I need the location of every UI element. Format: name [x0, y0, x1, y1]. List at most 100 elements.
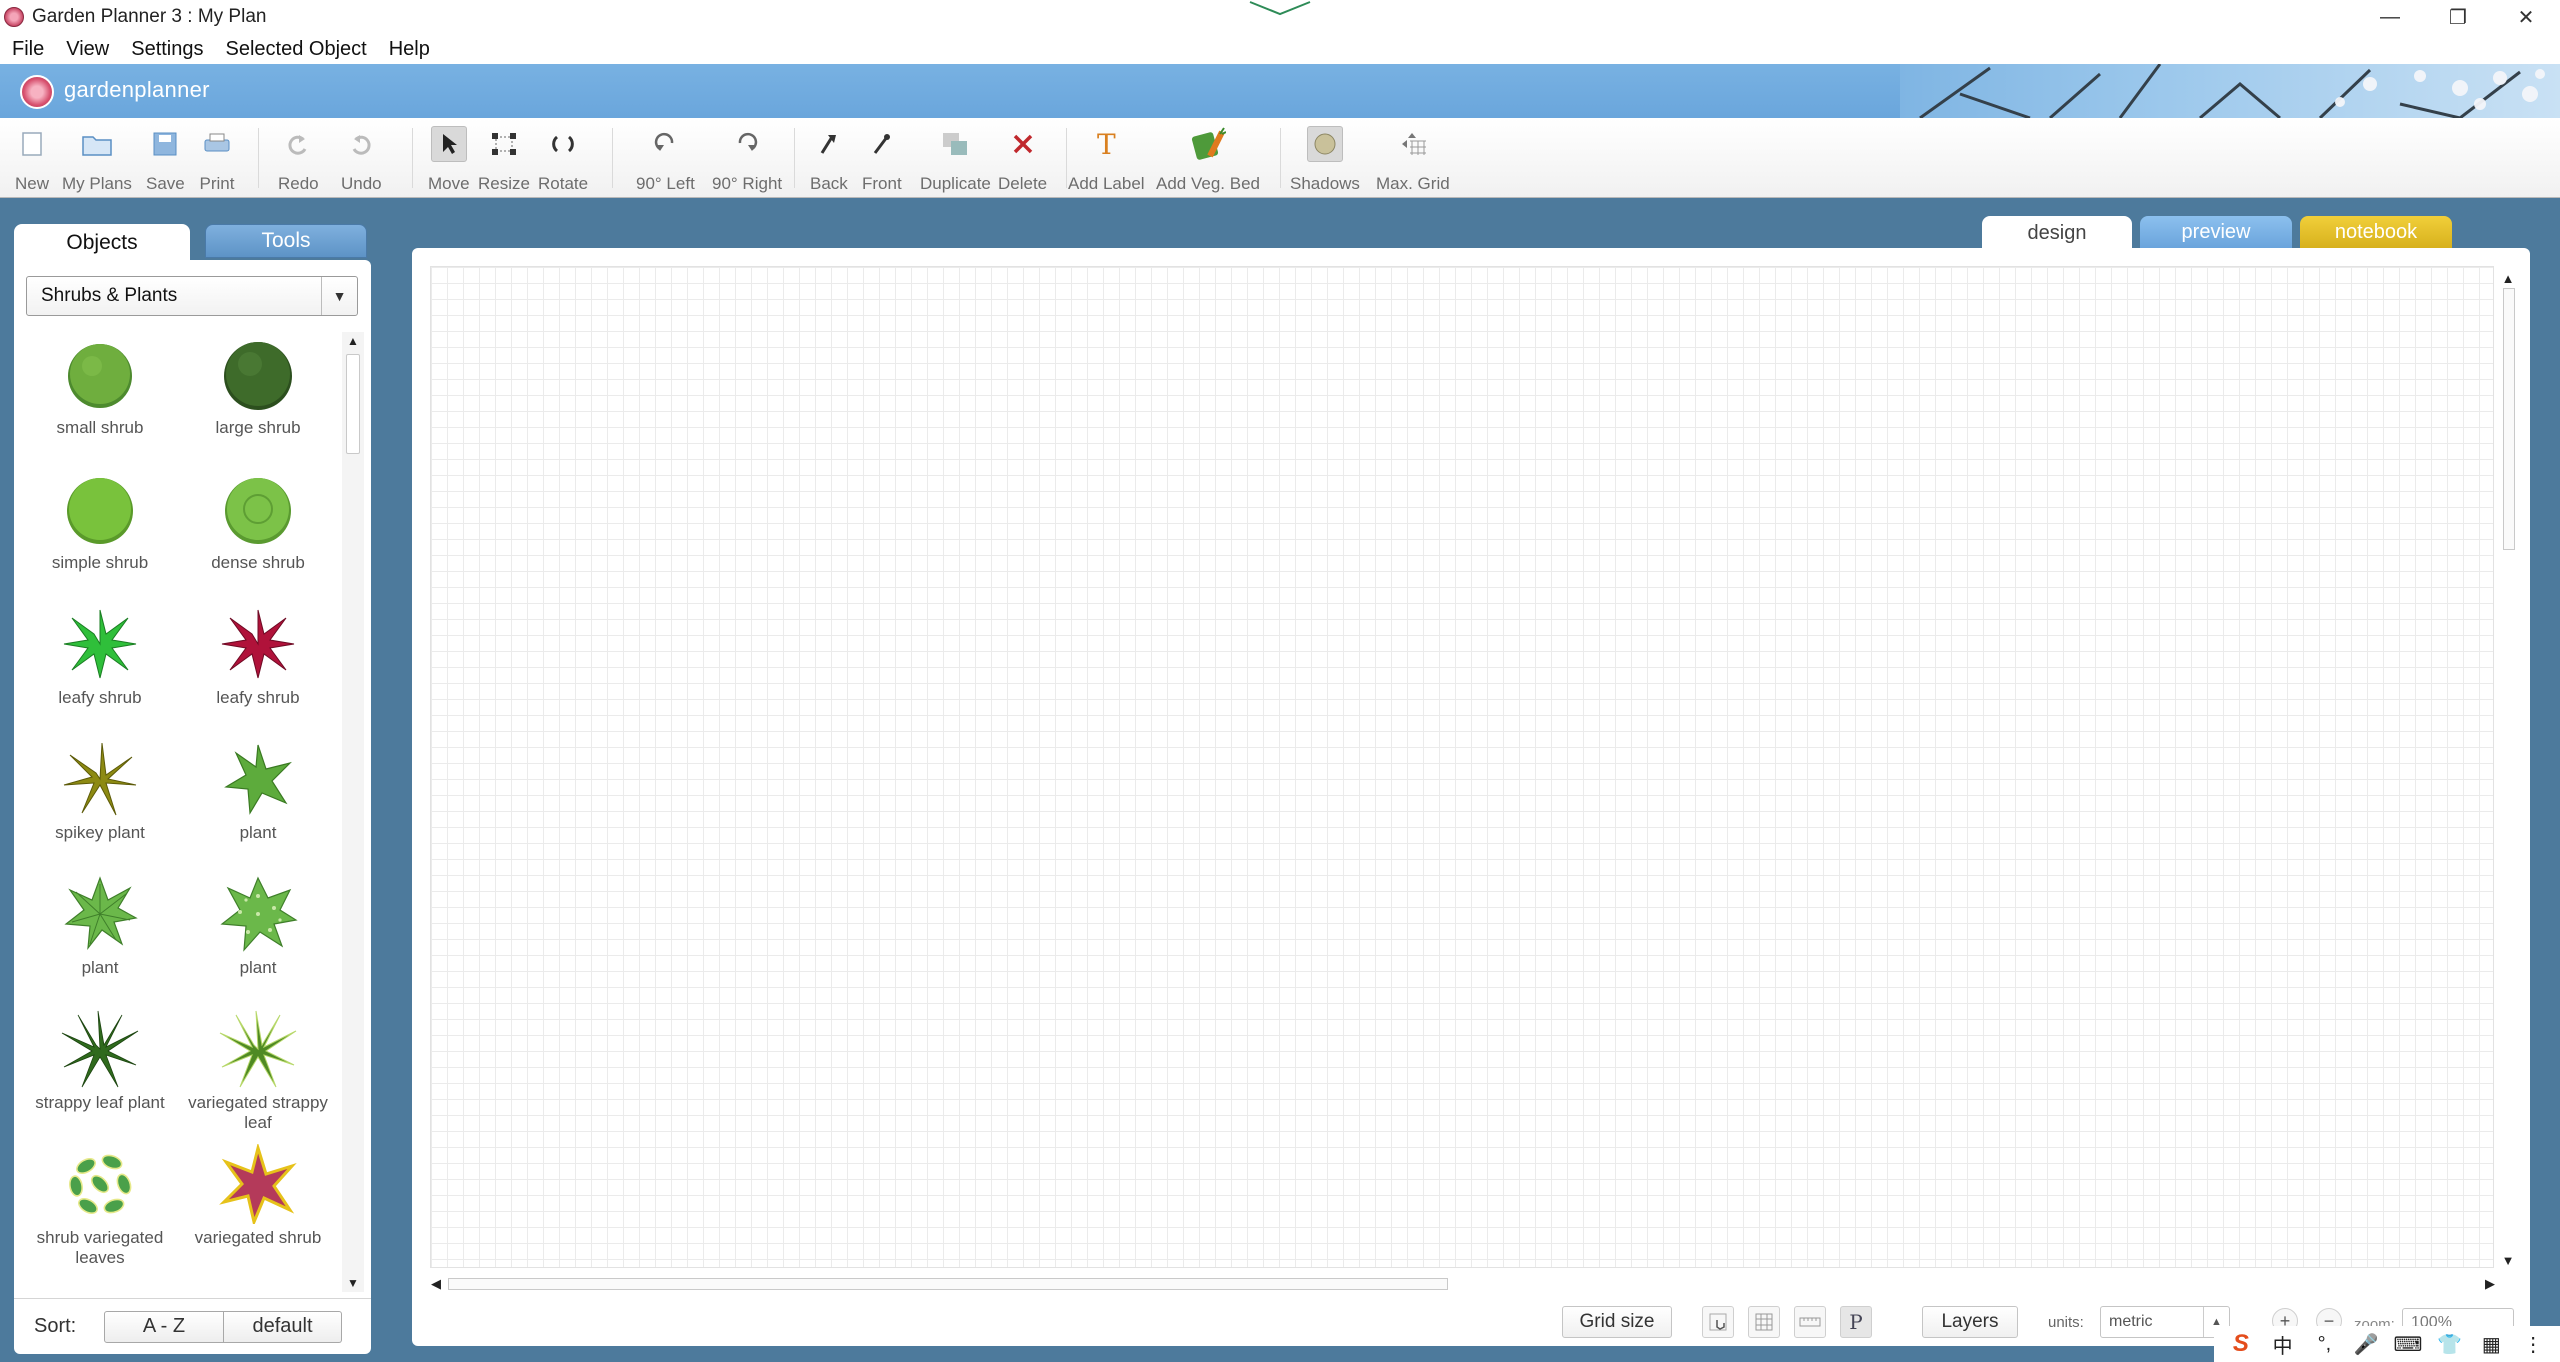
- units-label: units:: [2048, 1314, 2084, 1331]
- layers-button[interactable]: Layers: [1922, 1306, 2018, 1338]
- keyboard-icon[interactable]: ⌨: [2393, 1332, 2423, 1357]
- menu-selected-object[interactable]: Selected Object: [226, 38, 367, 61]
- object-plant-star[interactable]: plant: [178, 737, 338, 843]
- menu-help[interactable]: Help: [389, 38, 430, 61]
- canvas-vertical-scrollbar[interactable]: ▲ ▼: [2498, 270, 2518, 1268]
- redo-icon: [280, 126, 316, 162]
- restore-button[interactable]: ❐: [2424, 0, 2492, 34]
- tab-preview[interactable]: preview: [2140, 216, 2292, 248]
- object-spikey-plant[interactable]: spikey plant: [20, 737, 180, 843]
- ime-language-toggle[interactable]: 中: [2268, 1330, 2298, 1359]
- object-leafy-shrub-green[interactable]: leafy shrub: [20, 602, 180, 708]
- object-leafy-shrub-red[interactable]: leafy shrub: [178, 602, 338, 708]
- scroll-down-arrow-icon[interactable]: ▼: [342, 1274, 364, 1292]
- plant-lobed-icon: [58, 872, 142, 956]
- object-plant-spotted[interactable]: plant: [178, 872, 338, 978]
- object-dense-shrub[interactable]: dense shrub: [178, 467, 338, 573]
- print-button[interactable]: Print: [199, 124, 235, 194]
- tab-objects[interactable]: Objects: [14, 224, 190, 262]
- plant-labels-p-icon[interactable]: P: [1840, 1306, 1872, 1338]
- tab-tools[interactable]: Tools: [205, 224, 367, 258]
- units-value: metric: [2109, 1313, 2153, 1330]
- tab-notebook[interactable]: notebook: [2300, 216, 2452, 248]
- punctuation-icon[interactable]: °,: [2309, 1333, 2339, 1356]
- object-large-shrub[interactable]: large shrub: [178, 332, 338, 438]
- scroll-up-arrow-icon[interactable]: ▲: [342, 332, 364, 350]
- menu-file[interactable]: File: [12, 38, 44, 61]
- move-button[interactable]: Move: [428, 124, 470, 194]
- shadow-circle-icon: [1306, 126, 1343, 162]
- add-veg-bed-button[interactable]: Add Veg. Bed: [1156, 124, 1260, 194]
- objects-panel-body: Shrubs & Plants ▼ small shrub large shru…: [14, 260, 371, 1354]
- shrub-variegated-leaves-icon: [58, 1142, 142, 1226]
- bring-front-icon: [864, 126, 900, 162]
- snap-hand-icon[interactable]: [1702, 1306, 1734, 1338]
- object-variegated-strappy-leaf[interactable]: variegated strappy leaf: [178, 1007, 338, 1133]
- sogou-s-icon[interactable]: S: [2226, 1330, 2256, 1358]
- skin-shirt-icon[interactable]: 👕: [2435, 1332, 2465, 1357]
- delete-x-icon: [1005, 126, 1041, 162]
- rotate-button[interactable]: Rotate: [538, 124, 588, 194]
- text-t-icon: T: [1096, 127, 1116, 161]
- category-value: Shrubs & Plants: [41, 285, 178, 306]
- undo-button[interactable]: Undo: [341, 124, 382, 194]
- object-variegated-shrub[interactable]: variegated shrub: [178, 1142, 338, 1248]
- sort-az-button[interactable]: A - Z: [104, 1310, 224, 1343]
- microphone-icon[interactable]: 🎤: [2351, 1332, 2381, 1357]
- object-palette: small shrub large shrub simple shrub den…: [20, 332, 338, 1292]
- scroll-right-arrow-icon[interactable]: ▶: [2482, 1274, 2498, 1294]
- duplicate-button[interactable]: Duplicate: [920, 124, 991, 194]
- close-button[interactable]: ✕: [2492, 0, 2560, 34]
- plan-grid-canvas[interactable]: [430, 266, 2494, 1268]
- brand-name: gardenplanner: [64, 77, 210, 102]
- rotate-left-button[interactable]: 90° Left: [636, 124, 695, 194]
- more-icon[interactable]: ⋮: [2518, 1332, 2548, 1357]
- canvas-horizontal-scrollbar[interactable]: ◀ ▶: [431, 1274, 2498, 1294]
- object-simple-shrub[interactable]: simple shrub: [20, 467, 180, 573]
- tab-design[interactable]: design: [1982, 216, 2132, 250]
- pointer-arrow-icon: [430, 126, 467, 162]
- simple-shrub-icon: [58, 467, 142, 551]
- scroll-up-arrow-icon[interactable]: ▲: [2498, 270, 2518, 286]
- sort-default-button[interactable]: default: [224, 1310, 342, 1343]
- object-small-shrub[interactable]: small shrub: [20, 332, 180, 438]
- strappy-leaf-plant-icon: [58, 1007, 142, 1091]
- ruler-icon[interactable]: [1794, 1306, 1826, 1338]
- menu-view[interactable]: View: [66, 38, 109, 61]
- scroll-thumb[interactable]: [346, 354, 360, 454]
- menu-settings[interactable]: Settings: [131, 38, 203, 61]
- send-back-button[interactable]: Back: [810, 124, 848, 194]
- small-shrub-icon: [58, 332, 142, 416]
- save-button[interactable]: Save: [146, 124, 185, 194]
- shadows-toggle[interactable]: Shadows: [1290, 124, 1360, 194]
- dense-shrub-icon: [216, 467, 300, 551]
- resize-button[interactable]: Resize: [478, 124, 530, 194]
- rotate-right-button[interactable]: 90° Right: [712, 124, 782, 194]
- minimize-button[interactable]: —: [2356, 0, 2424, 34]
- vertical-scroll-thumb[interactable]: [2503, 288, 2515, 550]
- grid-size-button[interactable]: Grid size: [1562, 1306, 1672, 1338]
- add-label-button[interactable]: T Add Label: [1068, 124, 1145, 194]
- chevron-down-icon[interactable]: [1248, 0, 1312, 16]
- scroll-left-arrow-icon[interactable]: ◀: [428, 1274, 444, 1294]
- new-button[interactable]: New: [14, 124, 50, 194]
- rotate-left-icon: [647, 126, 683, 162]
- delete-button[interactable]: Delete: [998, 124, 1047, 194]
- units-dropdown[interactable]: metric ▲: [2100, 1306, 2230, 1338]
- dropdown-arrow-icon[interactable]: ▼: [321, 277, 357, 315]
- apps-grid-icon[interactable]: ▦: [2476, 1332, 2506, 1357]
- redo-button[interactable]: Redo: [278, 124, 319, 194]
- leafy-shrub-green-icon: [58, 602, 142, 686]
- object-list-scrollbar[interactable]: ▲ ▼: [342, 332, 364, 1292]
- horizontal-scroll-thumb[interactable]: [448, 1278, 1448, 1290]
- grid-toggle-icon[interactable]: [1748, 1306, 1780, 1338]
- category-dropdown[interactable]: Shrubs & Plants ▼: [26, 276, 358, 316]
- my-plans-button[interactable]: My Plans: [62, 124, 132, 194]
- window-title: Garden Planner 3 : My Plan: [32, 6, 267, 27]
- object-shrub-variegated-leaves[interactable]: shrub variegated leaves: [20, 1142, 180, 1268]
- scroll-down-arrow-icon[interactable]: ▼: [2498, 1252, 2518, 1268]
- object-plant-lobed[interactable]: plant: [20, 872, 180, 978]
- max-grid-button[interactable]: Max. Grid: [1376, 124, 1450, 194]
- object-strappy-leaf-plant[interactable]: strappy leaf plant: [20, 1007, 180, 1113]
- bring-front-button[interactable]: Front: [862, 124, 902, 194]
